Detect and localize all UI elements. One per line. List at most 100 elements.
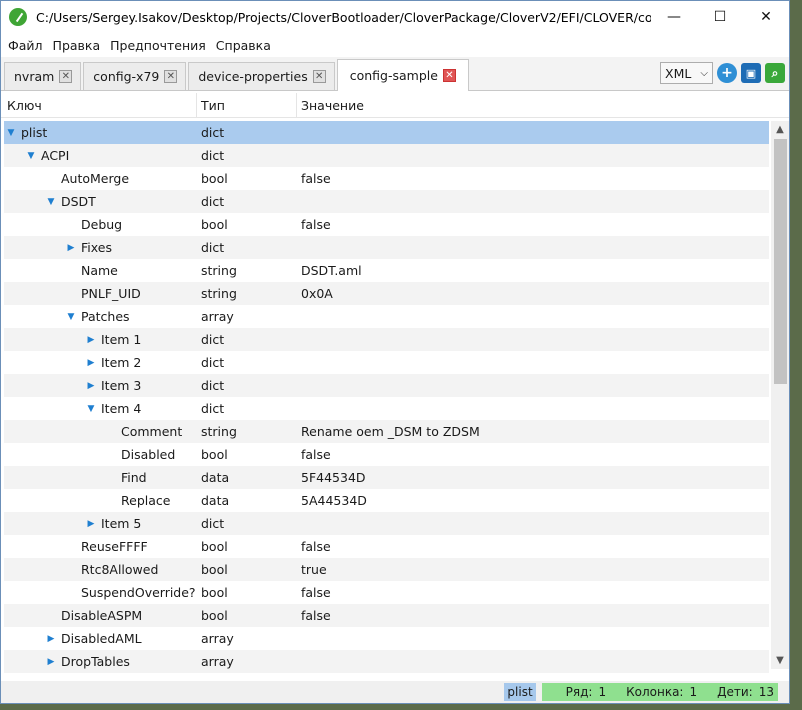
tree-row[interactable]: SuspendOverride? bool false [4,581,769,604]
tree-row[interactable]: Debug bool false [4,213,769,236]
row-key-cell: Disabled [4,447,197,462]
menu-edit[interactable]: Правка [48,38,106,53]
minimize-button[interactable]: — [651,1,697,33]
collapsed-arrow-icon[interactable]: ▶ [84,358,98,368]
tree-row[interactable]: Disabled bool false [4,443,769,466]
save-button[interactable]: ▣ [741,63,761,83]
tree-row[interactable]: ▶ Item 1 dict [4,328,769,351]
tree-row[interactable]: AutoMerge bool false [4,167,769,190]
tree-row[interactable]: PNLF_UID string 0x0A [4,282,769,305]
close-icon[interactable]: ✕ [164,70,178,83]
tree-row[interactable]: ▼ DSDT dict [4,190,769,213]
row-type: dict [201,332,225,347]
add-item-button[interactable]: + [717,63,737,83]
close-button[interactable]: ✕ [743,1,789,33]
expanded-arrow-icon[interactable]: ▼ [44,197,58,207]
tree-row[interactable]: ▶ Item 3 dict [4,374,769,397]
row-type: data [201,470,230,485]
tree-row[interactable]: ▼ plist dict [4,121,769,144]
row-key: Comment [121,424,183,439]
row-type: dict [201,401,225,416]
tree-row[interactable]: ▶ Item 5 dict [4,512,769,535]
tree-row[interactable]: ▶ DropTables array [4,650,769,673]
tree-row[interactable]: Replace data 5A44534D [4,489,769,512]
row-key-cell: ▶ DisabledAML [4,631,197,646]
status-col: 1 [689,685,698,699]
menu-file[interactable]: Файл [3,38,48,53]
scroll-down-icon[interactable]: ▼ [771,652,789,669]
row-type: dict [201,378,225,393]
collapsed-arrow-icon[interactable]: ▶ [44,657,58,667]
menu-preferences[interactable]: Предпочтения [105,38,211,53]
window-title: C:/Users/Sergey.Isakov/Desktop/Projects/… [36,9,651,25]
row-key: AutoMerge [61,171,130,186]
column-header-key[interactable]: Ключ [1,92,197,118]
tree-row[interactable]: DisableASPM bool false [4,604,769,627]
row-key: Find [121,470,147,485]
tree-row[interactable]: ▼ ACPI dict [4,144,769,167]
maximize-button[interactable]: ☐ [697,1,743,33]
toolbar: XML ⌵ + ▣ ⌕ [660,62,785,84]
tab-device-properties[interactable]: device-properties ✕ [188,62,335,90]
expanded-arrow-icon[interactable]: ▼ [4,128,18,138]
scrollbar-thumb[interactable] [774,139,787,384]
tree-row[interactable]: ▶ Fixes dict [4,236,769,259]
tab-config-x79[interactable]: config-x79 ✕ [83,62,187,90]
collapsed-arrow-icon[interactable]: ▶ [84,519,98,529]
tree-row[interactable]: ▼ Item 4 dict [4,397,769,420]
tab-config-sample[interactable]: config-sample ✕ [336,59,469,91]
search-button[interactable]: ⌕ [765,63,785,83]
row-key-cell: Debug [4,217,197,232]
row-key: Name [81,263,118,278]
collapsed-arrow-icon[interactable]: ▶ [44,634,58,644]
format-select[interactable]: XML ⌵ [660,62,713,84]
row-key-cell: Rtc8Allowed [4,562,197,577]
plus-icon: + [721,65,733,81]
row-value: true [301,562,327,577]
tree-row[interactable]: ReuseFFFF bool false [4,535,769,558]
row-type: dict [201,355,225,370]
expanded-arrow-icon[interactable]: ▼ [84,404,98,414]
tab-bar: nvram ✕ config-x79 ✕ device-properties ✕… [1,57,789,91]
row-key-cell: ▶ Fixes [4,240,197,255]
expanded-arrow-icon[interactable]: ▼ [24,151,38,161]
row-key-cell: SuspendOverride? [4,585,197,600]
row-key-cell: AutoMerge [4,171,197,186]
row-value: 0x0A [301,286,333,301]
tree-row[interactable]: Find data 5F44534D [4,466,769,489]
row-key: DSDT [61,194,96,209]
collapsed-arrow-icon[interactable]: ▶ [64,243,78,253]
tree-row[interactable]: Comment string Rename oem _DSM to ZDSM [4,420,769,443]
column-header-type[interactable]: Тип [197,92,297,118]
row-key-cell: ▶ Item 2 [4,355,197,370]
expanded-arrow-icon[interactable]: ▼ [64,312,78,322]
row-value: false [301,539,331,554]
menu-help[interactable]: Справка [211,38,276,53]
app-window: C:/Users/Sergey.Isakov/Desktop/Projects/… [0,0,790,704]
row-key: Item 3 [101,378,142,393]
tree-row[interactable]: ▶ DisabledAML array [4,627,769,650]
row-key: Item 4 [101,401,142,416]
row-key: ACPI [41,148,70,163]
row-key: Rtc8Allowed [81,562,159,577]
close-icon[interactable]: ✕ [442,69,456,82]
tree-row[interactable]: ▼ Patches array [4,305,769,328]
tree-row[interactable]: Rtc8Allowed bool true [4,558,769,581]
row-type: dict [201,148,225,163]
row-key-cell: Name [4,263,197,278]
row-key-cell: ▼ Patches [4,309,197,324]
scroll-up-icon[interactable]: ▲ [771,121,789,138]
close-icon[interactable]: ✕ [312,70,326,83]
column-header-value[interactable]: Значение [297,93,789,118]
row-value: DSDT.aml [301,263,362,278]
collapsed-arrow-icon[interactable]: ▶ [84,381,98,391]
tree-header: Ключ Тип Значение [1,92,789,118]
row-key: Disabled [121,447,176,462]
close-icon[interactable]: ✕ [59,70,73,83]
vertical-scrollbar[interactable]: ▲ ▼ [771,121,789,669]
tree-row[interactable]: Name string DSDT.aml [4,259,769,282]
tree-row[interactable]: ▶ Item 2 dict [4,351,769,374]
format-value: XML [665,65,692,81]
collapsed-arrow-icon[interactable]: ▶ [84,335,98,345]
tab-nvram[interactable]: nvram ✕ [4,62,82,90]
